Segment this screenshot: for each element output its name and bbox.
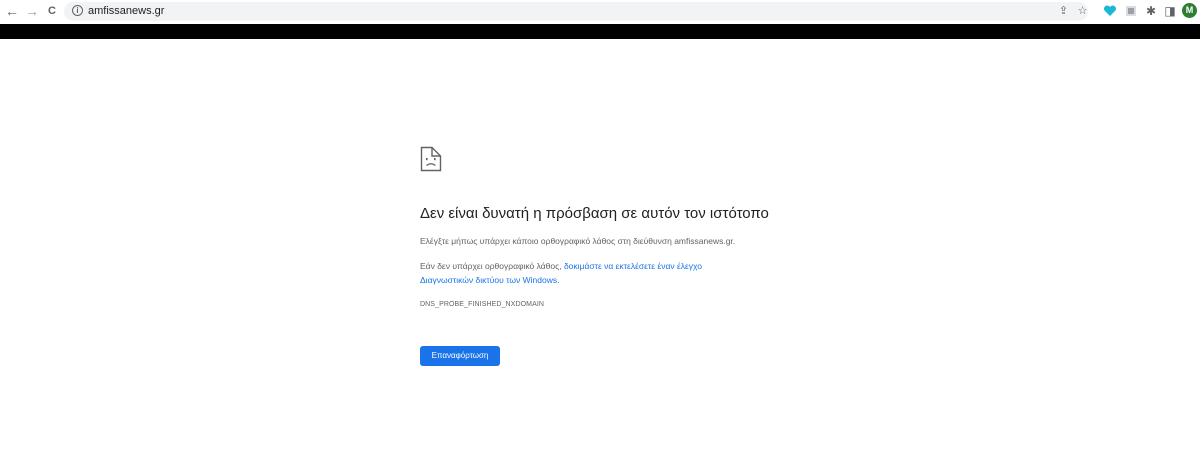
extension-heart-icon[interactable]	[1103, 4, 1117, 18]
sad-page-icon	[420, 146, 442, 172]
reload-button[interactable]: Επαναφόρτωση	[420, 346, 500, 366]
share-icon[interactable]: ⇪	[1056, 4, 1071, 19]
side-panel-icon[interactable]: ◨	[1163, 4, 1177, 18]
error-code: DNS_PROBE_FINISHED_NXDOMAIN	[420, 301, 545, 308]
check-url-text: Ελέγξτε μήπως υπάρχει κάποιο ορθογραφικό…	[420, 236, 736, 246]
suggestion-line-2: Διαγνωστικών δικτύου των Windows.	[420, 273, 559, 287]
browser-toolbar: ← → C i amfissanews.gr ⇪ ☆ ✱ ◨ M	[0, 0, 1200, 24]
suggestion-line-1: Εάν δεν υπάρχει ορθογραφικό λάθος, δοκιμ…	[420, 259, 702, 273]
suggestion-suffix: .	[557, 275, 560, 285]
back-arrow-icon[interactable]: ←	[4, 3, 20, 19]
bookmark-star-icon[interactable]: ☆	[1075, 4, 1090, 19]
reload-icon[interactable]: C	[44, 3, 60, 19]
url-text[interactable]: amfissanews.gr	[88, 4, 164, 19]
address-bar[interactable]: i amfissanews.gr ⇪ ☆	[64, 2, 1088, 21]
profile-avatar[interactable]: M	[1182, 3, 1197, 18]
suggestion-prefix: Εάν δεν υπάρχει ορθογραφικό λάθος,	[420, 261, 562, 271]
extension-grey-icon[interactable]	[1124, 4, 1138, 18]
black-banner	[0, 24, 1200, 39]
error-title: Δεν είναι δυνατή η πρόσβαση σε αυτόν τον…	[420, 205, 769, 222]
diagnostics-link-continued[interactable]: Διαγνωστικών δικτύου των Windows	[420, 275, 557, 285]
site-info-icon[interactable]: i	[72, 5, 83, 16]
diagnostics-link[interactable]: δοκιμάστε να εκτελέσετε έναν έλεγχο	[564, 261, 702, 271]
extensions-puzzle-icon[interactable]: ✱	[1144, 4, 1158, 18]
forward-arrow-icon[interactable]: →	[24, 3, 40, 19]
